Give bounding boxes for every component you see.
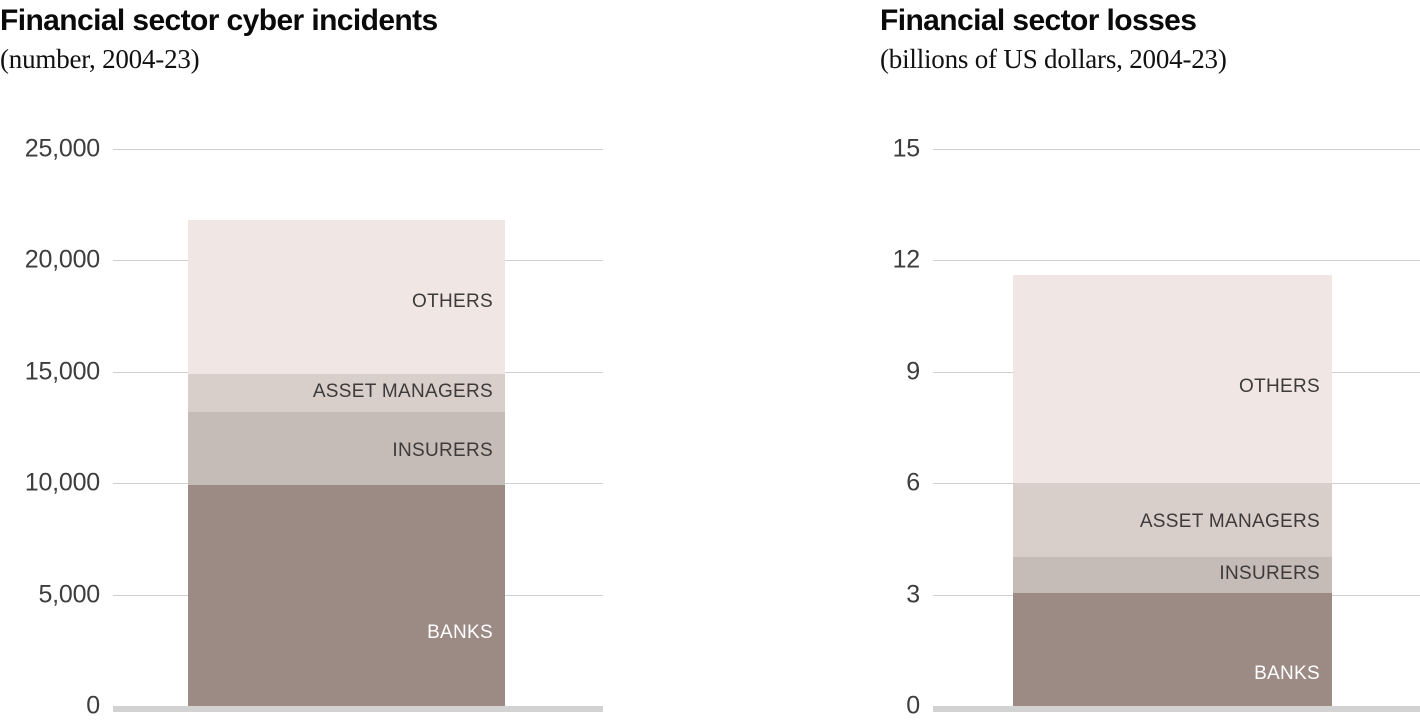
bar-segment-others-right[interactable]: OTHERS xyxy=(1013,275,1332,484)
bar-segment-asset-managers-left[interactable]: ASSET MANAGERS xyxy=(188,374,505,412)
y-axis-tick-label-right-15: 15 xyxy=(892,134,921,163)
bar-segment-others-left[interactable]: OTHERS xyxy=(188,220,505,374)
y-axis-tick-label-left-10000: 10,000 xyxy=(24,468,100,497)
bar-segment-label-insurers-right: INSURERS xyxy=(1219,563,1320,585)
bar-segment-label-asset-managers-left: ASSET MANAGERS xyxy=(312,380,493,402)
bar-segment-label-others-right: OTHERS xyxy=(1239,375,1320,397)
y-axis-tick-label-right-0: 0 xyxy=(906,691,920,720)
bar-segment-label-asset-managers-right: ASSET MANAGERS xyxy=(1139,511,1320,533)
stacked-bar-right[interactable]: BANKS INSURERS ASSET MANAGERS OTHERS xyxy=(1013,149,1332,706)
y-axis-tick-label-right-3: 3 xyxy=(906,580,920,609)
bar-segment-banks-right[interactable]: BANKS xyxy=(1013,592,1332,706)
chart-panel-sector-losses: Financial sector losses (billions of US … xyxy=(880,0,1420,726)
y-axis-tick-label-left-5000: 5,000 xyxy=(38,580,100,609)
bar-segment-label-insurers-left: INSURERS xyxy=(392,439,493,461)
y-axis-tick-label-right-12: 12 xyxy=(892,245,921,274)
bar-segment-label-others-left: OTHERS xyxy=(412,291,493,313)
y-axis-tick-label-right-9: 9 xyxy=(906,357,920,386)
plot-area-right: 0 3 6 9 12 15 BANKS INSURERS ASSET MANAGERS OTHER… xyxy=(880,0,1420,726)
plot-area-left: 0 5,000 10,000 15,000 20,000 25,000 BANKS INSUR… xyxy=(0,0,700,726)
bar-segment-insurers-left[interactable]: INSURERS xyxy=(188,411,505,486)
chart-panel-cyber-incidents: Financial sector cyber incidents (number… xyxy=(0,0,700,726)
bar-segment-asset-managers-right[interactable]: ASSET MANAGERS xyxy=(1013,483,1332,558)
bar-segment-insurers-right[interactable]: INSURERS xyxy=(1013,557,1332,593)
bar-segment-banks-left[interactable]: BANKS xyxy=(188,485,505,706)
y-axis-tick-label-left-25000: 25,000 xyxy=(24,134,100,163)
y-axis-tick-label-left-20000: 20,000 xyxy=(24,245,100,274)
y-axis-tick-label-left-15000: 15,000 xyxy=(24,357,100,386)
y-axis-tick-label-right-6: 6 xyxy=(906,468,920,497)
bar-segment-label-banks-left: BANKS xyxy=(427,622,493,644)
y-axis-tick-label-left-0: 0 xyxy=(86,691,100,720)
bar-segment-label-banks-right: BANKS xyxy=(1254,662,1320,684)
stacked-bar-left[interactable]: BANKS INSURERS ASSET MANAGERS OTHERS xyxy=(188,149,505,706)
axis-baseline-left xyxy=(113,706,603,712)
axis-baseline-right xyxy=(933,706,1420,712)
